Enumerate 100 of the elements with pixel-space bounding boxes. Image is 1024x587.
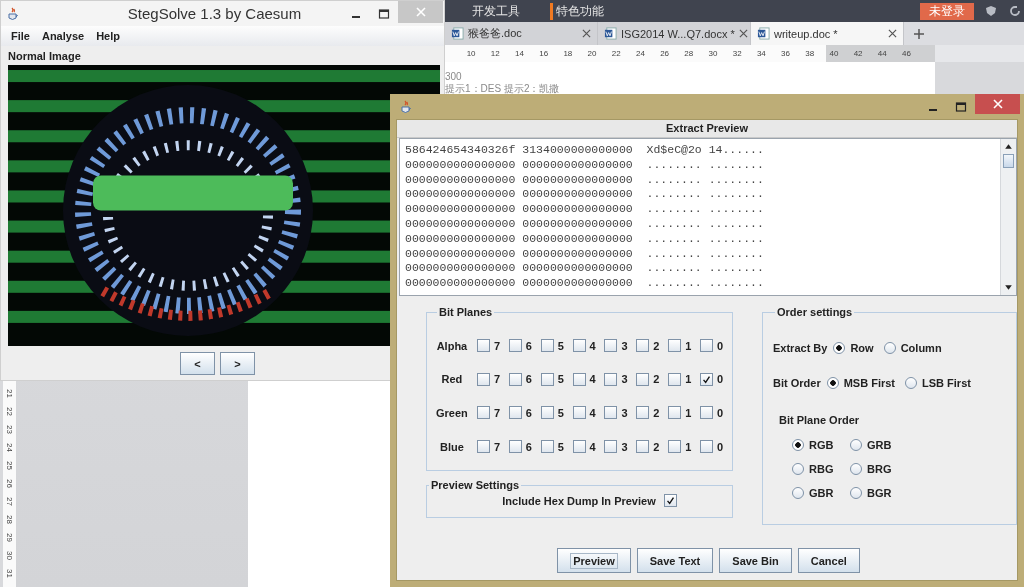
radio-label: BRG: [867, 463, 892, 475]
dialog-button[interactable]: Save Text: [636, 548, 714, 573]
ruler-number: 44: [876, 49, 888, 58]
checkbox-label: 0: [717, 407, 724, 419]
ruler-number: 27: [5, 497, 14, 508]
checkbox-label: 4: [589, 440, 596, 453]
ruler-number: 16: [538, 49, 550, 58]
ruler-number: 46: [901, 49, 912, 58]
checkbox-label: 2: [653, 339, 660, 352]
radio-label: MSB First: [843, 376, 896, 389]
checkbox-label: 5: [557, 407, 564, 419]
checkbox-label: 5: [557, 339, 564, 352]
checkbox-label: 1: [685, 407, 692, 419]
checkbox-label: 7: [493, 373, 500, 386]
menu-item[interactable]: 特色功能: [550, 2, 604, 20]
radio-label: RBG: [809, 463, 834, 475]
radio-label: LSB First: [922, 376, 971, 389]
document-tab[interactable]: 猴爸爸.doc: [445, 22, 598, 45]
checkbox-label: 6: [525, 440, 532, 453]
checkbox-label: 1: [685, 339, 692, 352]
hex-dump-line: 0000000000000000 0000000000000000 ........ ........: [405, 187, 765, 203]
checkbox-label: 4: [589, 373, 596, 386]
channel-label: Blue: [439, 440, 465, 453]
hex-dump-line: 0000000000000000 0000000000000000 ........ ........: [405, 217, 765, 232]
checkbox-label: 4: [589, 407, 596, 419]
channel-label: Red: [440, 373, 464, 386]
radio-label: GBR: [809, 487, 834, 499]
ruler-number: 10: [465, 49, 477, 58]
document-tab[interactable]: ISG2014 W...Q7.docx *: [598, 22, 751, 45]
ruler-number: 24: [634, 49, 646, 58]
checkbox-label: Include Hex Dump In Preview: [502, 494, 656, 507]
hex-dump-line: 0000000000000000 0000000000000000 ........ ........: [405, 231, 765, 247]
checkbox-label: 0: [717, 440, 724, 453]
checkbox-label: 7: [493, 339, 500, 352]
checkbox-label: 0: [717, 339, 724, 352]
dialog-button[interactable]: Preview: [557, 548, 631, 573]
radio-label: RGB: [809, 439, 834, 451]
ruler-number: 24: [5, 443, 14, 454]
ruler-number: 38: [804, 49, 816, 58]
ruler-number: 20: [586, 49, 598, 58]
ruler-number: 30: [707, 49, 719, 58]
group-title: Bit Planes: [438, 306, 494, 318]
document-text: 300: [445, 71, 463, 83]
ruler-number: 40: [828, 49, 840, 58]
ruler-number: 36: [780, 49, 791, 58]
hex-dump-line: 0000000000000000 0000000000000000 ........ ........: [405, 276, 765, 291]
menu-item[interactable]: Analyse: [41, 30, 85, 42]
checkbox-label: 2: [653, 440, 660, 453]
checkbox-label: 6: [525, 373, 532, 386]
nav-button[interactable]: >: [220, 352, 255, 375]
dialog-button[interactable]: Save Bin: [719, 548, 792, 573]
ruler-number: 34: [755, 49, 767, 58]
ruler-number: 12: [489, 49, 501, 58]
ruler-number: 18: [562, 49, 574, 58]
checkbox-label: 1: [685, 440, 692, 453]
ruler-number: 42: [852, 49, 864, 58]
menu-item[interactable]: 开发工具: [470, 2, 520, 20]
document-text: 提示1：DES 提示2：凯撒: [445, 83, 561, 95]
hex-dump-line: 586424654340326f 3134000000000000 Xd$eC@2o 14......: [405, 143, 765, 158]
document-tab[interactable]: writeup.doc *: [751, 22, 904, 45]
checkbox-label: 4: [589, 339, 596, 352]
ruler-number: 32: [731, 49, 743, 58]
ruler-number: 25: [5, 461, 14, 472]
checkbox-label: 3: [621, 339, 628, 352]
channel-label: Alpha: [435, 339, 469, 352]
checkbox-label: 2: [653, 407, 660, 419]
hex-dump-line: 0000000000000000 0000000000000000 ........ ........: [405, 172, 765, 188]
hex-dump-line: 0000000000000000 0000000000000000 ........ ........: [405, 261, 765, 277]
checkbox-label: 3: [621, 407, 628, 419]
hex-dump-line: 0000000000000000 0000000000000000 ........ ........: [405, 157, 765, 173]
option-label: Bit Plane Order: [779, 414, 861, 426]
channel-label: Green: [435, 407, 469, 419]
ruler-number: 23: [5, 425, 14, 436]
checkbox-label: 3: [621, 373, 628, 386]
checkbox-label: 5: [557, 373, 564, 386]
section-title: Extract Preview: [397, 120, 1017, 138]
menu-item[interactable]: Help: [96, 30, 120, 42]
checkbox-label: 1: [685, 373, 692, 386]
checkbox-label: 6: [525, 339, 532, 352]
ruler-number: 14: [514, 49, 525, 58]
ruler-number: 31: [5, 569, 14, 580]
ruler-number: 21: [5, 389, 14, 400]
menu-item[interactable]: File: [11, 30, 30, 42]
radio-label: Row: [850, 341, 874, 354]
ruler-number: 30: [5, 551, 14, 562]
radio-label: GRB: [867, 439, 892, 451]
ruler-number: 29: [5, 533, 14, 544]
option-label: Extract By: [773, 341, 828, 354]
checkbox-label: 2: [653, 373, 660, 386]
ruler-number: 26: [5, 479, 14, 490]
window-title: StegSolve 1.3 by Caesum: [126, 5, 303, 22]
checkbox-label: 5: [557, 440, 564, 453]
checkbox-label: 0: [717, 373, 724, 386]
dialog-button[interactable]: Cancel: [797, 548, 860, 573]
nav-button[interactable]: <: [180, 352, 215, 375]
view-label: Normal Image: [7, 49, 82, 64]
group-title: Preview Settings: [430, 479, 521, 491]
checkbox-label: 3: [621, 440, 628, 453]
ruler-number: 22: [610, 49, 622, 58]
option-label: Bit Order: [773, 376, 821, 389]
